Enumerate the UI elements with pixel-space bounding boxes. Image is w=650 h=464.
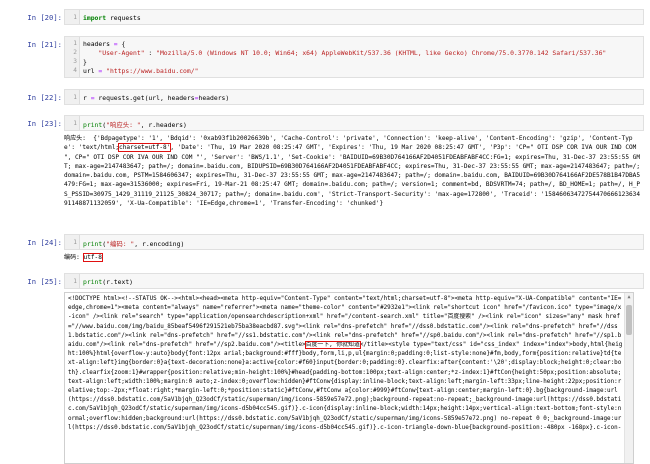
cell-prompt: In [22]: [27, 93, 62, 102]
code-line: import requests [83, 13, 141, 22]
code-input[interactable]: 1 print("编码: ", r.encoding) [64, 234, 644, 250]
code-line: "User-Agent" : "Mozilla/5.0 (Windows NT … [98, 48, 607, 57]
output-text: <!DOCTYPE html><!--STATUS OK--><html><he… [68, 296, 622, 349]
code-input[interactable]: 1 2 3 4 headers = { "User-Agent" : "Mozi… [64, 36, 644, 78]
cell-output-headers: 响应头: {'Bdpagetype': '1', 'Bdqid': '0xab9… [64, 134, 640, 224]
output-text: </title><style type="text/css" id="css_i… [68, 342, 623, 431]
cell-prompt: In [20]: [27, 13, 62, 22]
line-number: 2 [73, 49, 77, 56]
code-input[interactable]: 1 import requests [64, 9, 644, 25]
charset-highlight: charset=utf-8' [118, 143, 172, 153]
line-number: 1 [73, 14, 77, 21]
cell-prompt: In [24]: [27, 238, 62, 247]
code-line: } [83, 57, 87, 66]
cell-output-encoding: 编码: utf-8 [64, 253, 640, 265]
cell-prompt: In [21]: [27, 40, 62, 49]
code-input[interactable]: 1 r = requests.get(url, headers=headers) [64, 89, 644, 105]
line-number: 1 [73, 120, 77, 127]
code-line: r = requests.get(url, headers=headers) [83, 93, 230, 102]
line-number: 1 [73, 40, 77, 47]
code-line: print("响应头: ", r.headers) [83, 120, 187, 129]
line-number: 3 [73, 58, 77, 65]
code-line: print("编码: ", r.encoding) [83, 239, 185, 248]
cell-prompt: In [25]: [27, 277, 62, 286]
scroll-up-icon[interactable]: ▲ [625, 293, 633, 301]
code-line: headers = { [83, 39, 126, 48]
line-number: 4 [73, 67, 77, 74]
code-line: print(r.text) [83, 277, 134, 286]
html-output-text: <!DOCTYPE html><!--STATUS OK--><html><he… [68, 295, 624, 433]
line-number: 1 [73, 239, 77, 246]
output-label: 编码: [64, 254, 84, 261]
output-text: , 'Date': 'Thu, 19 Mar 2020 08:25:47 GMT… [64, 144, 640, 208]
cell-prompt: In [23]: [27, 119, 62, 128]
encoding-highlight: utf-8 [82, 253, 103, 262]
output-scroll-area[interactable]: <!DOCTYPE html><!--STATUS OK--><html><he… [64, 292, 634, 464]
code-input[interactable]: 1 print(r.text) [64, 273, 644, 289]
line-number: 1 [73, 278, 77, 285]
line-number: 1 [73, 94, 77, 101]
vertical-scrollbar[interactable]: ▲ [624, 293, 633, 463]
code-input[interactable]: 1 print("响应头: ", r.headers) [64, 115, 644, 131]
title-highlight: 百度一下, 你就知道 [304, 341, 361, 350]
scrollbar-thumb[interactable] [626, 305, 632, 335]
code-line: url = "https://www.baidu.com/" [83, 66, 199, 75]
